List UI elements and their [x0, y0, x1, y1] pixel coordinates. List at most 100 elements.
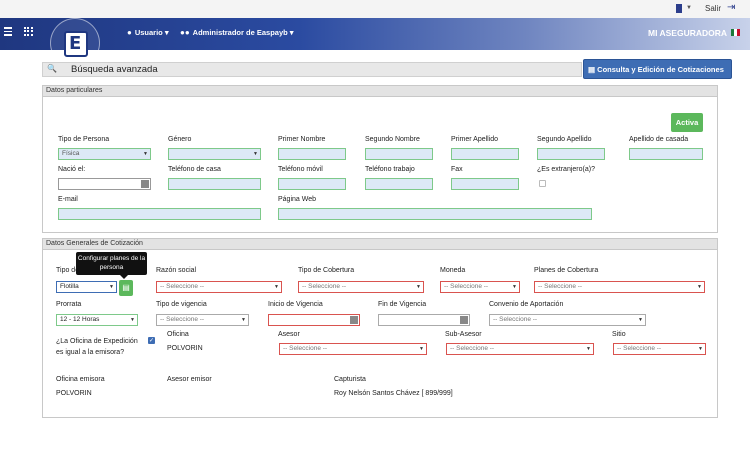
user-icon: ●	[127, 28, 132, 37]
search-icon[interactable]: 🔍	[47, 64, 57, 73]
tel-movil-label: Teléfono móvil	[278, 166, 323, 173]
oficina-emisora-value: POLVORIN	[56, 390, 92, 397]
advanced-search-bar[interactable]: 🔍 Búsqueda avanzada	[42, 62, 582, 77]
segundo-nombre-label: Segundo Nombre	[365, 136, 420, 143]
chevron-down-icon: ▼	[143, 151, 148, 157]
tel-movil-input[interactable]	[278, 178, 346, 190]
apellido-casada-label: Apellido de casada	[629, 136, 689, 143]
moneda-label: Moneda	[440, 267, 466, 274]
chevron-down-icon: ▼	[419, 346, 424, 352]
oficina-question-label: ¿La Oficina de Expedición es igual a la …	[56, 338, 138, 356]
tel-casa-label: Teléfono de casa	[168, 166, 221, 173]
chevron-down-icon: ▼	[130, 317, 135, 323]
chevron-down-icon[interactable]: ▼	[686, 5, 692, 11]
nacio-label: Nació el:	[58, 166, 86, 173]
genero-select[interactable]: ▼	[168, 148, 261, 160]
convenio-select[interactable]: -- Seleccione -- ▼	[489, 314, 646, 326]
mexico-flag-icon	[731, 29, 740, 36]
asesor-value: -- Seleccione --	[283, 345, 328, 352]
extranjero-label: ¿Es extranjero(a)?	[537, 166, 595, 173]
email-label: E-mail	[58, 196, 78, 203]
apellido-casada-input[interactable]	[629, 148, 703, 160]
convenio-label: Convenio de Aportación	[489, 301, 564, 308]
admin-menu[interactable]: ●● Administrador de Easpayb ▾	[180, 28, 294, 37]
tipo-value: Flotilla	[60, 283, 79, 290]
prorrata-select[interactable]: 12 - 12 Horas ▼	[56, 314, 138, 326]
admin-label: Administrador de Easpayb	[192, 28, 288, 37]
tel-trabajo-input[interactable]	[365, 178, 433, 190]
tel-casa-input[interactable]	[168, 178, 261, 190]
language-icon[interactable]	[676, 4, 682, 13]
sub-asesor-value: -- Seleccione --	[450, 345, 495, 352]
chevron-down-icon: ▼	[512, 284, 517, 290]
oficina-igual-checkbox[interactable]: ✓	[148, 337, 155, 344]
nacimiento-date-input[interactable]	[58, 178, 151, 190]
exit-icon[interactable]: ⇥	[727, 3, 735, 13]
main-navbar	[0, 18, 750, 50]
usuario-label: Usuario	[134, 28, 163, 37]
calendar-icon[interactable]	[350, 316, 358, 324]
tipo-select[interactable]: Flotilla ▼	[56, 281, 117, 293]
genero-label: Género	[168, 136, 192, 143]
clipboard-icon: ▤	[122, 283, 130, 292]
tipo-vigencia-label: Tipo de vigencia	[156, 301, 207, 308]
consulta-label: Consulta y Edición de Cotizaciones	[597, 65, 724, 74]
fin-vigencia-input[interactable]	[378, 314, 470, 326]
tipo-vigencia-value: -- Seleccione --	[160, 316, 205, 323]
segundo-apellido-input[interactable]	[537, 148, 605, 160]
calendar-icon[interactable]	[460, 316, 468, 324]
primer-apellido-input[interactable]	[451, 148, 519, 160]
tipo-vigencia-select[interactable]: -- Seleccione -- ▼	[156, 314, 249, 326]
configurar-planes-tooltip: Configurar planes de la persona	[76, 252, 147, 279]
segundo-apellido-label: Segundo Apellido	[537, 136, 592, 143]
chevron-down-icon: ▼	[638, 317, 643, 323]
sitio-select[interactable]: -- Seleccione -- ▼	[613, 343, 706, 355]
oficina-value: POLVORIN	[167, 345, 203, 352]
fax-label: Fax	[451, 166, 463, 173]
users-icon: ●●	[180, 28, 190, 37]
convenio-value: -- Seleccione --	[493, 316, 538, 323]
inicio-vigencia-input[interactable]	[268, 314, 360, 326]
sitio-label: Sitio	[612, 331, 626, 338]
moneda-select[interactable]: -- Seleccione -- ▼	[440, 281, 520, 293]
prorrata-label: Prorrata	[56, 301, 82, 308]
primer-nombre-input[interactable]	[278, 148, 346, 160]
sub-asesor-select[interactable]: -- Seleccione -- ▼	[446, 343, 594, 355]
chevron-down-icon: ▼	[109, 284, 114, 290]
clipboard-icon: ▤	[588, 65, 598, 74]
razon-social-label: Razón social	[156, 267, 197, 274]
tipo-persona-value: Física	[62, 150, 80, 157]
planes-cobertura-value: -- Seleccione --	[538, 283, 583, 290]
chevron-down-icon: ▼	[253, 151, 258, 157]
pagina-web-input[interactable]	[278, 208, 592, 220]
tipo-cobertura-select[interactable]: -- Seleccione -- ▼	[298, 281, 424, 293]
asesor-select[interactable]: -- Seleccione -- ▼	[279, 343, 427, 355]
usuario-menu[interactable]: ● Usuario ▾	[127, 28, 169, 37]
prorrata-value: 12 - 12 Horas	[60, 316, 100, 323]
chevron-down-icon: ▼	[698, 346, 703, 352]
moneda-value: -- Seleccione --	[444, 283, 489, 290]
consulta-edicion-button[interactable]: ▤ Consulta y Edición de Cotizaciones	[583, 59, 732, 79]
logout-link[interactable]: Salir	[705, 4, 721, 13]
company-logo: E	[64, 31, 88, 57]
segundo-nombre-input[interactable]	[365, 148, 433, 160]
email-input[interactable]	[58, 208, 261, 220]
planes-cobertura-select[interactable]: -- Seleccione -- ▼	[534, 281, 705, 293]
tipo-cobertura-value: -- Seleccione --	[302, 283, 347, 290]
planes-cobertura-label: Planes de Cobertura	[534, 267, 599, 274]
configurar-planes-button[interactable]: ▤	[119, 280, 133, 296]
oficina-label: Oficina	[167, 331, 189, 338]
calendar-icon[interactable]	[141, 180, 149, 188]
razon-social-select[interactable]: -- Seleccione -- ▼	[156, 281, 282, 293]
hamburger-menu-icon[interactable]	[4, 27, 12, 36]
fax-input[interactable]	[451, 178, 519, 190]
top-strip: ▼ Salir ⇥	[0, 0, 750, 18]
chevron-down-icon: ▼	[274, 284, 279, 290]
chevron-down-icon: ▼	[697, 284, 702, 290]
extranjero-checkbox[interactable]	[539, 180, 546, 187]
apps-grid-icon[interactable]	[24, 27, 34, 37]
chevron-down-icon: ▼	[416, 284, 421, 290]
tipo-persona-select[interactable]: Física ▼	[58, 148, 151, 160]
activa-button[interactable]: Activa	[671, 113, 703, 132]
advanced-search-title: Búsqueda avanzada	[71, 64, 158, 75]
